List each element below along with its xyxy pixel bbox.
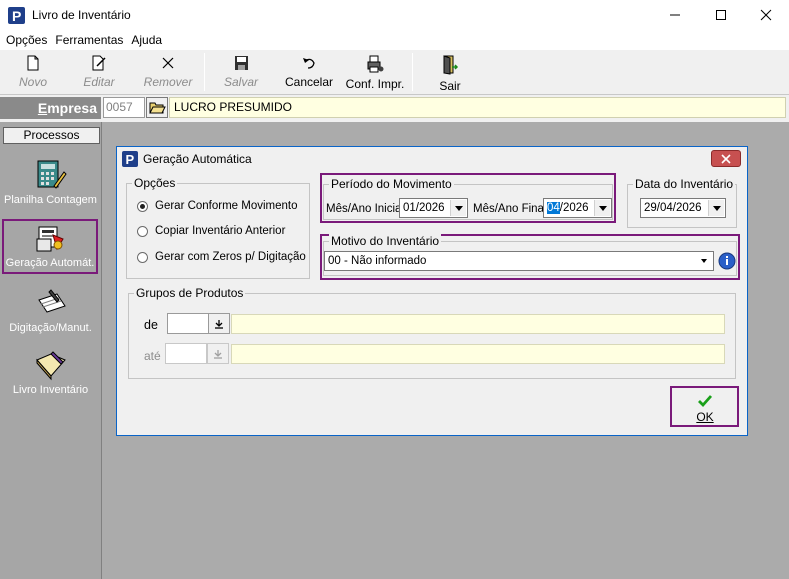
- remove-icon: [162, 57, 174, 69]
- ate-label: até: [144, 349, 161, 363]
- radio-copiar-anterior[interactable]: Copiar Inventário Anterior: [137, 225, 285, 237]
- mes-ano-final-label: Mês/Ano Final: [473, 203, 547, 215]
- svg-text:P: P: [12, 8, 21, 24]
- grupo-de-search-button[interactable]: [208, 313, 230, 334]
- calculator-icon: [37, 160, 67, 189]
- editar-button[interactable]: Editar: [74, 52, 124, 93]
- maximize-button[interactable]: [698, 0, 744, 30]
- grupo-de-descricao: [231, 314, 725, 334]
- close-button[interactable]: [743, 0, 789, 30]
- periodo-title: Período do Movimento: [329, 177, 454, 191]
- empresa-name-field: LUCRO PRESUMIDO: [169, 97, 786, 118]
- motivo-group: Motivo do Inventário 00 - Não informado: [323, 234, 737, 276]
- periodo-group: Período do Movimento Mês/Ano Inicial 01/…: [323, 177, 613, 220]
- maximize-icon: [716, 10, 726, 20]
- app-logo-icon: P: [122, 151, 138, 167]
- dialog-close-button[interactable]: [711, 150, 741, 167]
- book-inventory-icon: [35, 351, 66, 381]
- data-inventario-title: Data do Inventário: [633, 177, 736, 191]
- dialog-title-bar: P Geração Automática: [117, 147, 747, 171]
- auto-generate-icon: [36, 226, 64, 252]
- window-title: Livro de Inventário: [32, 8, 131, 22]
- toolbar: Novo Editar Remover Salvar Cancelar Conf…: [0, 50, 789, 95]
- close-icon: [721, 153, 731, 164]
- opcoes-title: Opções: [132, 176, 178, 190]
- grupo-ate-input[interactable]: [165, 343, 207, 364]
- arrow-down-bar-icon: [214, 349, 222, 359]
- data-inventario-group: Data do Inventário 29/04/2026: [627, 177, 737, 228]
- menu-opcoes[interactable]: Opções: [6, 33, 47, 47]
- new-document-icon: [27, 55, 39, 71]
- sidebar-header: Processos: [3, 127, 100, 144]
- printer-config-icon: [367, 55, 384, 73]
- de-label: de: [144, 318, 158, 332]
- toolbar-separator: [204, 53, 205, 91]
- checkmark-icon: [698, 395, 713, 408]
- folder-open-icon: [149, 102, 166, 114]
- save-icon: [234, 56, 248, 70]
- info-icon[interactable]: [718, 252, 736, 270]
- geracao-dialog: P Geração Automática Opções Gerar Confor…: [116, 146, 748, 436]
- chevron-down-icon: [701, 259, 707, 263]
- minimize-button[interactable]: [652, 0, 698, 30]
- novo-button[interactable]: Novo: [8, 52, 58, 93]
- toolbar-separator: [412, 53, 413, 91]
- grupos-title: Grupos de Produtos: [134, 286, 246, 300]
- sidebar-item-geracao[interactable]: Geração Automát.: [2, 219, 98, 274]
- mes-ano-inicial-select[interactable]: 01/2026: [399, 198, 468, 218]
- svg-text:P: P: [126, 152, 135, 167]
- conf-impr-button[interactable]: Conf. Impr.: [342, 52, 408, 93]
- radio-gerar-conforme[interactable]: Gerar Conforme Movimento: [137, 200, 298, 212]
- grupos-group: Grupos de Produtos de até: [128, 286, 736, 379]
- menu-bar: Opções Ferramentas Ajuda: [0, 30, 789, 50]
- edit-document-icon: [92, 55, 106, 71]
- radio-gerar-zeros[interactable]: Gerar com Zeros p/ Digitação: [137, 251, 306, 263]
- empresa-code-field[interactable]: 0057: [103, 97, 145, 118]
- minimize-icon: [670, 14, 680, 16]
- grupo-de-input[interactable]: [167, 313, 209, 334]
- ok-button[interactable]: OK: [674, 390, 736, 426]
- radio-dot: [137, 225, 148, 237]
- sair-button[interactable]: Sair: [426, 52, 474, 93]
- arrow-down-bar-icon: [215, 319, 223, 329]
- menu-ferramentas[interactable]: Ferramentas: [55, 33, 123, 47]
- radio-dot: [137, 251, 148, 263]
- close-icon: [760, 9, 772, 21]
- mes-ano-inicial-label: Mês/Ano Inicial: [326, 203, 404, 215]
- grupo-ate-descricao: [231, 344, 725, 364]
- motivo-title: Motivo do Inventário: [329, 234, 442, 248]
- exit-door-icon: [443, 55, 459, 75]
- motivo-select[interactable]: 00 - Não informado: [324, 251, 714, 271]
- empresa-label: Empresa: [0, 97, 101, 119]
- app-logo-icon: P: [8, 6, 25, 24]
- empresa-row: Empresa 0057 LUCRO PRESUMIDO: [0, 95, 789, 122]
- sidebar-item-digitacao[interactable]: Digitação/Manut.: [0, 286, 101, 334]
- sidebar-item-livro[interactable]: Livro Inventário: [0, 348, 101, 396]
- chevron-down-icon: [598, 205, 607, 211]
- chevron-down-icon: [454, 205, 463, 211]
- sidebar-item-planilha[interactable]: Planilha Contagem: [0, 158, 101, 206]
- title-bar: P Livro de Inventário: [0, 0, 789, 30]
- cancelar-button[interactable]: Cancelar: [280, 52, 338, 93]
- opcoes-group: Opções Gerar Conforme Movimento Copiar I…: [126, 176, 310, 279]
- typing-manual-icon: [37, 289, 66, 313]
- data-inventario-select[interactable]: 29/04/2026: [640, 198, 726, 218]
- chevron-down-icon: [712, 205, 721, 211]
- grupo-ate-search-button[interactable]: [207, 343, 229, 364]
- empresa-browse-button[interactable]: [146, 97, 168, 118]
- mes-ano-final-select[interactable]: 04/2026: [543, 198, 612, 218]
- remover-button[interactable]: Remover: [140, 52, 196, 93]
- salvar-button[interactable]: Salvar: [214, 52, 268, 93]
- sidebar: Processos Planilha Contagem Geração Auto…: [0, 122, 102, 579]
- undo-icon: [303, 58, 315, 69]
- radio-dot: [137, 200, 148, 212]
- dialog-title: Geração Automática: [143, 152, 252, 166]
- menu-ajuda[interactable]: Ajuda: [131, 33, 162, 47]
